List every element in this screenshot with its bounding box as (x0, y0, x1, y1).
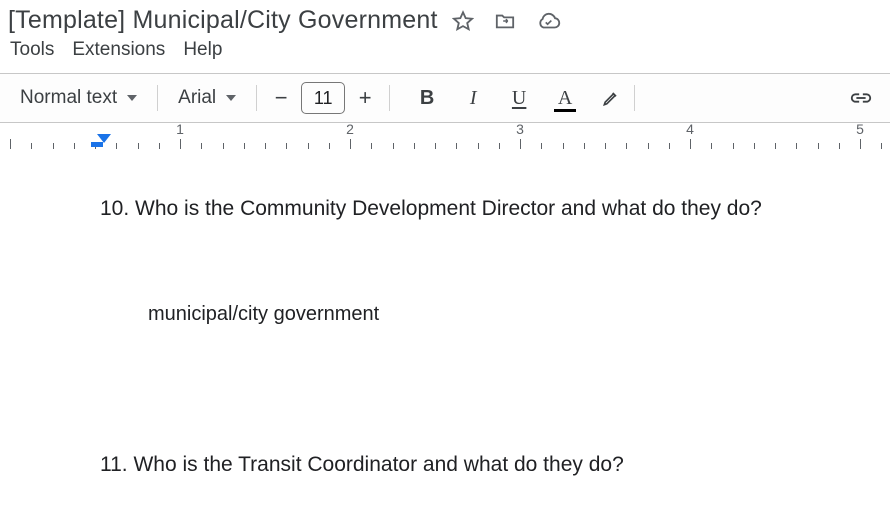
ruler-tick-minor (308, 143, 309, 149)
ruler-tick-minor (329, 143, 330, 149)
document-title[interactable]: [Template] Municipal/City Government (8, 6, 438, 35)
link-group (848, 83, 874, 113)
ruler-tick-minor (435, 143, 436, 149)
ruler-tick-minor (371, 143, 372, 149)
ruler-tick-major (180, 139, 181, 149)
ruler-tick-minor (775, 143, 776, 149)
underline-button[interactable]: U (506, 83, 532, 113)
ruler-tick-minor (414, 143, 415, 149)
ruler-tick-minor (648, 143, 649, 149)
ruler-tick-major (690, 139, 691, 149)
chevron-down-icon (127, 95, 137, 101)
star-icon[interactable] (452, 10, 474, 32)
ruler-tick-minor (265, 143, 266, 149)
font-dropdown[interactable]: Arial (168, 81, 246, 115)
ruler-tick-major (350, 139, 351, 149)
format-group: B I U A (414, 83, 624, 113)
menu-bar: Tools Extensions Help (8, 35, 882, 71)
ruler-tick-minor (754, 143, 755, 149)
ruler-tick-minor (669, 143, 670, 149)
separator (634, 85, 635, 111)
ruler-label: 5 (856, 123, 864, 137)
ruler[interactable]: 1 2 3 4 5 (0, 123, 890, 153)
menu-help[interactable]: Help (183, 39, 222, 61)
separator (256, 85, 257, 111)
menu-tools[interactable]: Tools (10, 39, 54, 61)
move-folder-icon[interactable] (494, 11, 516, 31)
indent-marker-icon[interactable] (97, 134, 111, 147)
ruler-tick-minor (31, 143, 32, 149)
ruler-tick-minor (393, 143, 394, 149)
paragraph-style-dropdown[interactable]: Normal text (10, 81, 147, 115)
ruler-tick-minor (605, 143, 606, 149)
ruler-tick-minor (626, 143, 627, 149)
header: [Template] Municipal/City Government Too… (0, 0, 890, 73)
paragraph-style-label: Normal text (20, 87, 117, 109)
font-label: Arial (178, 87, 216, 109)
font-size-increase-button[interactable]: + (351, 83, 379, 113)
ruler-tick-minor (201, 143, 202, 149)
ruler-tick-minor (818, 143, 819, 149)
ruler-tick-major (10, 139, 11, 149)
toolbar: Normal text Arial − 11 + B I U A (0, 73, 890, 123)
ruler-tick-minor (116, 143, 117, 149)
ruler-tick-minor (244, 143, 245, 149)
separator (389, 85, 390, 111)
ruler-tick-minor (796, 143, 797, 149)
title-row: [Template] Municipal/City Government (8, 6, 882, 35)
ruler-tick-minor (499, 143, 500, 149)
question-11[interactable]: 11. Who is the Transit Coordinator and w… (100, 449, 850, 481)
insert-link-button[interactable] (848, 83, 874, 113)
menu-extensions[interactable]: Extensions (72, 39, 165, 61)
ruler-tick-minor (584, 143, 585, 149)
ruler-label: 3 (516, 123, 524, 137)
cloud-saved-icon[interactable] (536, 11, 562, 31)
ruler-tick-minor (541, 143, 542, 149)
ruler-tick-minor (563, 143, 564, 149)
ruler-label: 4 (686, 123, 694, 137)
ruler-track: 12345 (0, 137, 890, 149)
ruler-tick-minor (711, 143, 712, 149)
question-10[interactable]: 10. Who is the Community Development Dir… (100, 193, 850, 225)
text-color-button[interactable]: A (552, 83, 578, 113)
ruler-tick-minor (53, 143, 54, 149)
ruler-tick-minor (478, 143, 479, 149)
font-size-input[interactable]: 11 (301, 82, 345, 114)
ruler-tick-minor (138, 143, 139, 149)
separator (157, 85, 158, 111)
document-body[interactable]: 10. Who is the Community Development Dir… (0, 153, 890, 480)
ruler-tick-minor (733, 143, 734, 149)
ruler-tick-major (860, 139, 861, 149)
ruler-tick-minor (881, 143, 882, 149)
bold-button[interactable]: B (414, 83, 440, 113)
answer-text[interactable]: municipal/city government (148, 299, 850, 329)
ruler-label: 2 (346, 123, 354, 137)
ruler-tick-minor (839, 143, 840, 149)
ruler-tick-minor (456, 143, 457, 149)
ruler-tick-minor (74, 143, 75, 149)
ruler-tick-minor (286, 143, 287, 149)
italic-button[interactable]: I (460, 83, 486, 113)
font-size-decrease-button[interactable]: − (267, 83, 295, 113)
highlight-color-button[interactable] (598, 83, 624, 113)
ruler-label: 1 (176, 123, 184, 137)
ruler-tick-major (520, 139, 521, 149)
ruler-tick-minor (223, 143, 224, 149)
title-icons (452, 10, 562, 32)
chevron-down-icon (226, 95, 236, 101)
font-size-group: − 11 + (267, 82, 379, 114)
ruler-tick-minor (159, 143, 160, 149)
